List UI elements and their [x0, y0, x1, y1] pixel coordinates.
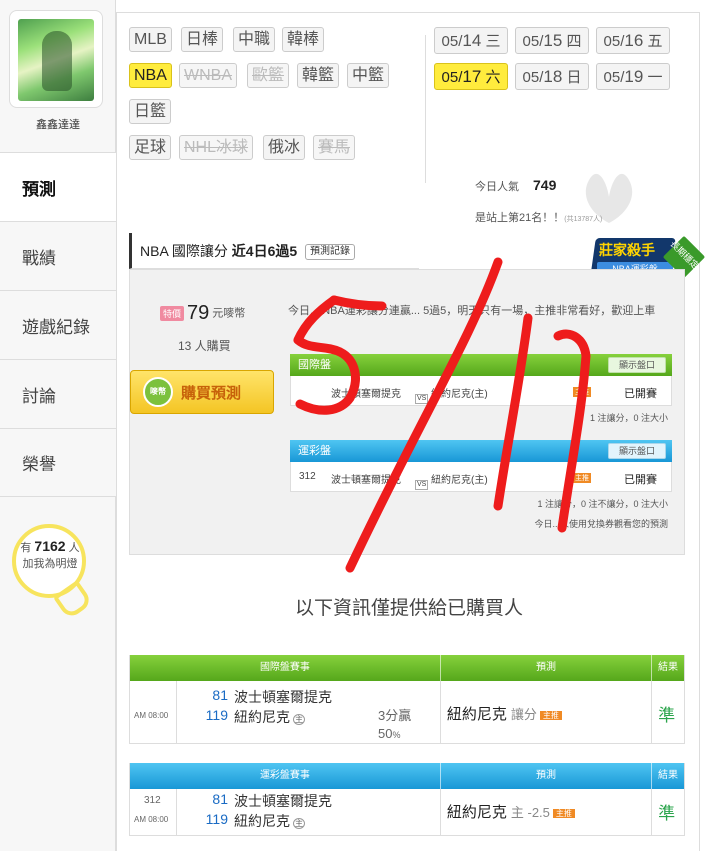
sport-tab-mlb[interactable]: MLB [129, 27, 172, 52]
voucher-note: 今日...人使用兌換券觀看您的預測 [534, 519, 668, 529]
username[interactable]: 鑫鑫達達 [0, 116, 116, 132]
result-accurate: 準 [658, 706, 676, 725]
sport-tab-cn-basketball[interactable]: 中籃 [347, 63, 390, 88]
intl-result-table: 國際盤賽事 預測 結果 AM 08:00 81 波士頓塞爾提克 119 紐約尼克… [129, 655, 685, 744]
table-header: 運彩盤賽事 預測 結果 [130, 763, 684, 789]
coin-icon: 嘜幣 [143, 377, 173, 407]
sport-tab-eu-basketball[interactable]: 歐籃 [247, 63, 290, 88]
sport-tab-kr-baseball[interactable]: 韓棒 [282, 27, 325, 52]
table-row: 波士頓塞爾提克 VS 紐約尼克(主) 主推 已開賽 [290, 376, 672, 406]
intl-odds-table: 國際盤 顯示盤口 波士頓塞爾提克 VS 紐約尼克(主) 主推 已開賽 1 注讓分… [290, 354, 672, 430]
date-0516[interactable]: 05/16 五 [596, 27, 670, 54]
table-row: 312 波士頓塞爾提克 VS 紐約尼克(主) 主推 已開賽 [290, 462, 672, 492]
sport-odds-header: 運彩盤 顯示盤口 [290, 440, 672, 462]
handicap-result: 3分贏 50% [378, 708, 412, 741]
prediction-pick: 紐約尼克 讓分 主推 [447, 703, 562, 724]
prediction-intro: 今日... NBA運彩讓分連贏... 5過5，明天只有一場，主推非常看好，歡迎上… [288, 305, 656, 317]
prediction-record-button[interactable]: 預測記錄 [305, 244, 356, 261]
site-rank: 是站上第21名！！(共13787人) [475, 212, 603, 224]
main-panel: MLB 日棒 中職 韓棒 NBA WNBA 歐籃 韓籃 中籃 日籃 足球 NHL… [116, 12, 706, 851]
table-row: 312 AM 08:00 81 波士頓塞爾提克 119 紐約尼克主 紐約尼克主 … [130, 789, 684, 835]
intl-odds-header: 國際盤 顯示盤口 [290, 354, 672, 376]
show-odds-button[interactable]: 顯示盤口 [608, 357, 666, 373]
price: 特價 79 元嘜幣 [160, 302, 245, 325]
nav-item-discuss[interactable]: 討論 [0, 359, 116, 428]
table-row: AM 08:00 81 波士頓塞爾提克 119 紐約尼克主 3分贏 50% 紐約尼… [130, 681, 684, 743]
sport-tab-soccer[interactable]: 足球 [129, 135, 172, 160]
prediction-box: 特價 79 元嘜幣 13 人購買 嘜幣 購買預測 今日... NBA運彩讓分連贏..… [129, 269, 685, 555]
nav-item-record[interactable]: 戰績 [0, 221, 116, 290]
nav-item-predict[interactable]: 預測 [0, 152, 117, 221]
avatar[interactable] [9, 10, 103, 108]
avatar-image [18, 19, 94, 101]
sport-tab-horse-racing[interactable]: 賽馬 [313, 135, 356, 160]
bet-summary: 1 注讓分，0 注大小 [589, 413, 668, 423]
main-pick-badge: 主推 [552, 808, 575, 818]
main-pick-badge: 主推 [573, 387, 591, 397]
buy-prediction-button[interactable]: 嘜幣 購買預測 [130, 370, 274, 414]
sport-tab-kr-basketball[interactable]: 韓籃 [297, 63, 340, 88]
date-0514[interactable]: 05/14 三 [434, 27, 508, 54]
follow-lamp[interactable]: 有 7162 人 加我為明燈 [6, 520, 110, 630]
sport-tab-wnba[interactable]: WNBA [179, 63, 237, 88]
nav-item-game-log[interactable]: 遊戲紀錄 [0, 290, 116, 359]
show-odds-button[interactable]: 顯示盤口 [608, 443, 666, 459]
bet-summary: 1 注讓分，0 注不讓分，0 注大小 [537, 499, 668, 509]
sidebar: 鑫鑫達達 預測 戰績 遊戲紀錄 討論 榮譽 有 7162 人 加我為明燈 [0, 0, 117, 851]
date-0515[interactable]: 05/15 四 [515, 27, 589, 54]
sport-tab-cpbl[interactable]: 中職 [233, 27, 276, 52]
date-0519[interactable]: 05/19 一 [596, 63, 670, 90]
sport-tab-jp-baseball[interactable]: 日棒 [181, 27, 224, 52]
sport-tab-nba[interactable]: NBA [129, 63, 172, 88]
popularity: 今日人氣 749 [475, 177, 557, 193]
buyer-count: 13 人購買 [178, 339, 231, 353]
purchase-notice: 以下資訊僅提供給已購買人 [294, 598, 523, 619]
sport-tab-jp-basketball[interactable]: 日籃 [129, 99, 172, 124]
sidebar-nav: 預測 戰績 遊戲紀錄 討論 榮譽 [0, 152, 117, 497]
prediction-pick: 紐約尼克主 -2.5 主推 [447, 801, 575, 822]
section-title: NBA 國際讓分 近4日6過5 預測記錄 [129, 233, 419, 269]
sport-tab-ru-hockey[interactable]: 俄冰 [263, 135, 306, 160]
date-0517[interactable]: 05/17 六 [434, 63, 508, 90]
badge-title: 莊家殺手 [599, 242, 655, 258]
sport-result-table: 運彩盤賽事 預測 結果 312 AM 08:00 81 波士頓塞爾提克 119 … [129, 763, 685, 836]
main-pick-badge: 主推 [573, 473, 591, 483]
sport-odds-table: 運彩盤 顯示盤口 312 波士頓塞爾提克 VS 紐約尼克(主) 主推 已開賽 1… [290, 440, 672, 536]
divider [425, 35, 426, 183]
result-accurate: 準 [658, 804, 676, 823]
page: 鑫鑫達達 預測 戰績 遊戲紀錄 討論 榮譽 有 7162 人 加我為明燈 MLB… [0, 0, 720, 851]
main-pick-badge: 主推 [539, 710, 562, 720]
sport-tab-nhl[interactable]: NHL冰球 [179, 135, 254, 160]
date-0518[interactable]: 05/18 日 [515, 63, 589, 90]
follower-count: 有 7162 人 加我為明燈 [20, 538, 80, 570]
nav-item-honor[interactable]: 榮譽 [0, 428, 116, 497]
sale-badge: 特價 [160, 306, 185, 321]
table-header: 國際盤賽事 預測 結果 [130, 655, 684, 681]
